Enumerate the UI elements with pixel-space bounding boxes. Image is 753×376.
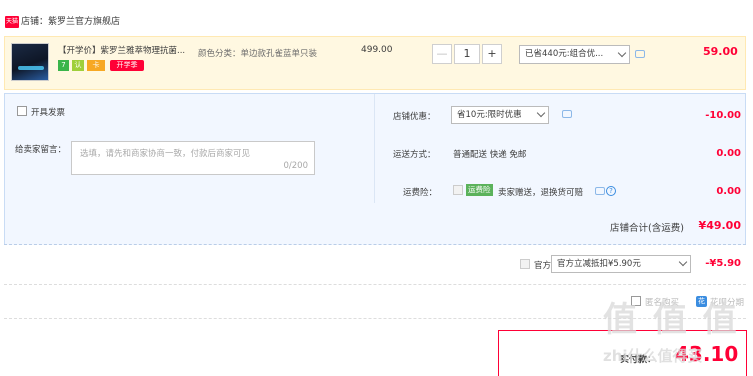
message-counter: 0/200 [283,161,309,171]
product-sku: 颜色分类：单边款孔雀蓝单只装 [198,49,318,59]
chat-icon[interactable] [595,187,605,195]
chevron-down-icon [536,108,546,118]
service-badge-7day: 7 [58,60,69,71]
product-title[interactable]: 【开学价】紫罗兰雅萃物理抗菌... [58,45,194,57]
increase-quantity-button[interactable]: + [482,44,502,64]
shop-discount-label: 店铺优惠： [393,112,436,122]
unit-price: 499.00 [361,45,393,55]
item-total: 59.00 [703,45,738,58]
subtotal-label: 店铺合计(含运费) [610,223,684,234]
platform-discount-selected: 官方立减抵扣¥5.90元 [557,259,641,269]
delivery-value: 0.00 [716,148,741,159]
shop-discount-value: -10.00 [705,110,741,121]
product-thumbnail-detail [18,66,44,70]
subtotal-value: ¥49.00 [698,219,741,232]
freight-insurance-desc: 卖家赠送，退换货可赔 [498,188,584,198]
message-textarea[interactable]: 选填，请先和商家协商一致，付款后商家可见 0/200 [71,141,315,175]
tmall-badge: 天猫 [5,16,19,28]
freight-insurance-tag: 运费险 [466,184,493,196]
invoice-label: 开具发票 [31,108,66,118]
chevron-down-icon [678,257,688,267]
decrease-quantity-button[interactable]: — [432,44,452,64]
chevron-down-icon [617,48,627,58]
shop-name[interactable]: 店铺：紫罗兰官方旗舰店 [21,16,120,28]
item-discount-select[interactable]: 已省440元:组合优... [519,45,630,64]
quantity-stepper: — 1 + [432,44,504,64]
platform-discount-select[interactable]: 官方立减抵扣¥5.90元 [551,255,691,273]
invoice-checkbox[interactable] [17,106,27,116]
delivery-method: 普通配送 快递 免邮 [453,150,527,160]
message-label: 给卖家留言： [15,145,67,155]
delivery-label: 运送方式： [393,150,436,160]
service-badge-certified: 认 [72,60,84,71]
item-discount-label: 已省440元:组合优... [525,49,604,59]
freight-insurance-checkbox[interactable] [453,185,463,195]
chat-icon[interactable] [635,50,645,58]
shop-discount-selected: 省10元:限时优惠 [457,110,522,120]
promo-badge: 开学季 [110,60,144,71]
platform-discount-value: -¥5.90 [705,258,741,269]
chat-icon[interactable] [562,110,572,118]
panel-divider [374,94,375,203]
shop-discount-select[interactable]: 省10元:限时优惠 [451,106,549,124]
section-divider [4,284,746,285]
help-icon[interactable]: ? [606,186,616,196]
watermark-site: zhi什么值得买 [603,347,703,365]
watermark-logo: 值 值 值 [603,300,739,340]
subtotal-separator [4,244,746,245]
freight-insurance-label: 运费险： [403,188,438,198]
platform-discount-checkbox[interactable] [520,259,530,269]
product-thumbnail[interactable] [11,43,49,81]
service-badge-card: 卡 [87,60,105,71]
freight-insurance-value: 0.00 [716,186,741,197]
message-placeholder: 选填，请先和商家协商一致，付款后商家可见 [80,149,251,159]
quantity-input[interactable]: 1 [454,44,480,64]
